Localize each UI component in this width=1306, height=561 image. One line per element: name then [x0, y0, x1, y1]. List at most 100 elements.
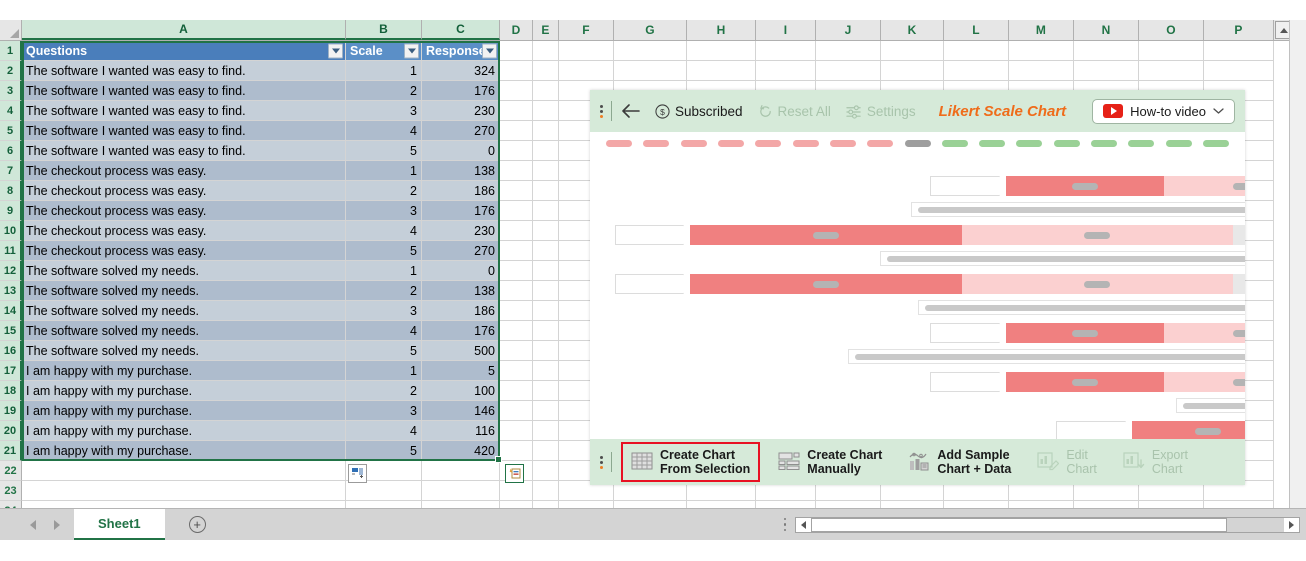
previous-sheet-icon[interactable] [30, 519, 36, 530]
filter-button-questions[interactable] [328, 43, 343, 58]
cell-question[interactable]: The software I wanted was easy to find. [22, 61, 346, 81]
cell-L1[interactable] [944, 41, 1009, 61]
cell-question[interactable]: I am happy with my purchase. [22, 441, 346, 461]
cell-scale[interactable]: 5 [346, 141, 422, 161]
cell-question[interactable]: The software I wanted was easy to find. [22, 81, 346, 101]
cell-scale[interactable]: 2 [346, 81, 422, 101]
cell-responses[interactable]: 420 [422, 441, 500, 461]
row-header-5[interactable]: 5 [0, 121, 22, 141]
cell-scale[interactable]: 2 [346, 281, 422, 301]
cell-question[interactable]: The software solved my needs. [22, 301, 346, 321]
cell-empty[interactable] [500, 261, 533, 281]
cell-empty[interactable] [533, 241, 559, 261]
cell-empty[interactable] [687, 61, 756, 81]
cell-empty[interactable] [1139, 61, 1204, 81]
column-header-K[interactable]: K [881, 20, 944, 40]
cell-empty[interactable] [500, 441, 533, 461]
cell-question[interactable]: The checkout process was easy. [22, 221, 346, 241]
cell-question[interactable]: The software I wanted was easy to find. [22, 101, 346, 121]
column-header-A[interactable]: A [22, 20, 346, 40]
action-add-sample-chart-data[interactable]: Add Sample Chart + Data [900, 444, 1019, 480]
subscribed-status[interactable]: $ Subscribed [655, 104, 743, 119]
row-header-14[interactable]: 14 [0, 301, 22, 321]
cell-responses[interactable]: 0 [422, 141, 500, 161]
cell-question[interactable]: The checkout process was easy. [22, 241, 346, 261]
column-header-J[interactable]: J [816, 20, 881, 40]
cell-empty[interactable] [533, 261, 559, 281]
row-header-7[interactable]: 7 [0, 161, 22, 181]
cell-empty[interactable] [533, 481, 559, 501]
cell-scale[interactable]: 1 [346, 361, 422, 381]
cell-empty[interactable] [422, 461, 500, 481]
cell-empty[interactable] [533, 181, 559, 201]
cell-empty[interactable] [500, 241, 533, 261]
cell-F1[interactable] [559, 41, 614, 61]
cell-P1[interactable] [1204, 41, 1274, 61]
cell-responses[interactable]: 176 [422, 321, 500, 341]
cell-empty[interactable] [881, 61, 944, 81]
cell-scale[interactable]: 3 [346, 401, 422, 421]
cell-empty[interactable] [22, 481, 346, 501]
cell-responses[interactable]: 146 [422, 401, 500, 421]
settings-button[interactable]: Settings [846, 104, 916, 119]
row-header-16[interactable]: 16 [0, 341, 22, 361]
cell-empty[interactable] [500, 161, 533, 181]
column-header-D[interactable]: D [500, 20, 533, 40]
column-header-O[interactable]: O [1139, 20, 1204, 40]
cell-scale[interactable]: 3 [346, 301, 422, 321]
cell-empty[interactable] [500, 421, 533, 441]
cell-empty[interactable] [500, 301, 533, 321]
cell-responses[interactable]: 116 [422, 421, 500, 441]
cell-J1[interactable] [816, 41, 881, 61]
cell-question[interactable]: The software I wanted was easy to find. [22, 141, 346, 161]
cell-empty[interactable] [346, 481, 422, 501]
column-header-L[interactable]: L [944, 20, 1009, 40]
cell-empty[interactable] [500, 101, 533, 121]
column-header-M[interactable]: M [1009, 20, 1074, 40]
cell-empty[interactable] [422, 481, 500, 501]
cell-question[interactable]: I am happy with my purchase. [22, 401, 346, 421]
cell-empty[interactable] [500, 181, 533, 201]
cell-empty[interactable] [944, 61, 1009, 81]
cell-empty[interactable] [1074, 61, 1139, 81]
cell-empty[interactable] [500, 141, 533, 161]
cell-scale[interactable]: 3 [346, 101, 422, 121]
cell-scale[interactable]: 2 [346, 181, 422, 201]
cell-responses[interactable]: 176 [422, 81, 500, 101]
cell-empty[interactable] [533, 461, 559, 481]
cell-empty[interactable] [533, 281, 559, 301]
cell-E1[interactable] [533, 41, 559, 61]
cell-empty[interactable] [533, 141, 559, 161]
scroll-left-button[interactable] [796, 517, 811, 532]
cell-empty[interactable] [22, 461, 346, 481]
horizontal-scrollbar[interactable] [795, 516, 1300, 533]
row-header-17[interactable]: 17 [0, 361, 22, 381]
cell-question[interactable]: The software solved my needs. [22, 341, 346, 361]
cell-empty[interactable] [614, 61, 687, 81]
row-header-18[interactable]: 18 [0, 381, 22, 401]
cell-question[interactable]: The software solved my needs. [22, 261, 346, 281]
cell-scale[interactable]: 5 [346, 441, 422, 461]
back-button[interactable] [621, 103, 640, 119]
row-header-13[interactable]: 13 [0, 281, 22, 301]
cell-empty[interactable] [533, 201, 559, 221]
cell-responses[interactable]: 176 [422, 201, 500, 221]
cell-empty[interactable] [500, 201, 533, 221]
table-header-scale[interactable]: Scale [346, 41, 422, 61]
table-header-questions[interactable]: Questions [22, 41, 346, 61]
column-header-F[interactable]: F [559, 20, 614, 40]
chart-preview-placeholder[interactable]: 1 2 3 4 5 [590, 132, 1245, 439]
cell-responses[interactable]: 138 [422, 161, 500, 181]
row-header-3[interactable]: 3 [0, 81, 22, 101]
row-header-23[interactable]: 23 [0, 481, 22, 501]
cell-responses[interactable]: 270 [422, 241, 500, 261]
column-header-N[interactable]: N [1074, 20, 1139, 40]
row-header-15[interactable]: 15 [0, 321, 22, 341]
column-header-B[interactable]: B [346, 20, 422, 40]
cell-responses[interactable]: 186 [422, 301, 500, 321]
cell-question[interactable]: The checkout process was easy. [22, 181, 346, 201]
cell-empty[interactable] [533, 81, 559, 101]
row-header-11[interactable]: 11 [0, 241, 22, 261]
cell-empty[interactable] [533, 321, 559, 341]
row-header-9[interactable]: 9 [0, 201, 22, 221]
